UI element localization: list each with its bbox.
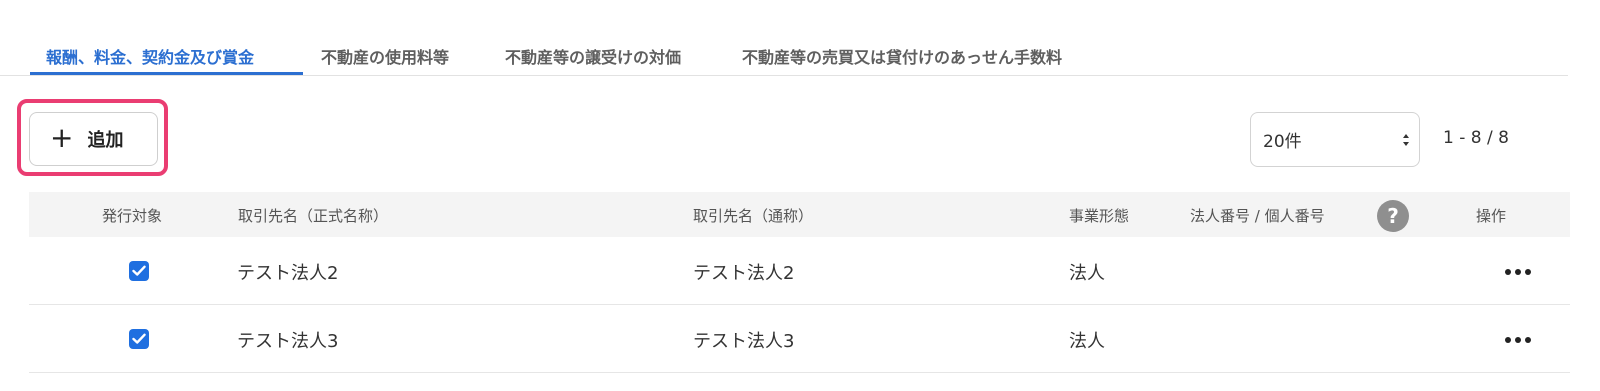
official-name-cell: テスト法人2 bbox=[237, 263, 339, 284]
business-type-cell: 法人 bbox=[1069, 263, 1105, 284]
header-corporate-number: 法人番号 / 個人番号 bbox=[1190, 207, 1325, 225]
pagination-info: 1 - 8 / 8 bbox=[1443, 128, 1509, 148]
common-name-cell: テスト法人3 bbox=[693, 331, 795, 352]
help-icon[interactable]: ? bbox=[1377, 200, 1409, 232]
table-header: 発行対象 取引先名（正式名称） 取引先名（通称） 事業形態 法人番号 / 個人番… bbox=[29, 192, 1570, 237]
page-size-value: 20件 bbox=[1263, 132, 1302, 152]
header-official-name: 取引先名（正式名称） bbox=[238, 207, 389, 225]
check-icon bbox=[132, 333, 146, 344]
tab-bar: 報酬、料金、契約金及び賞金 不動産の使用料等 不動産等の譲受けの対価 不動産等の… bbox=[0, 38, 1568, 76]
tab-real-estate-brokerage[interactable]: 不動産等の売買又は貸付けのあっせん手数料 bbox=[742, 44, 1062, 76]
common-name-cell: テスト法人2 bbox=[693, 263, 795, 284]
more-actions-icon[interactable] bbox=[1499, 259, 1539, 283]
plus-icon: + bbox=[50, 120, 74, 154]
tab-real-estate-transfer[interactable]: 不動産等の譲受けの対価 bbox=[505, 44, 681, 76]
issue-checkbox[interactable] bbox=[129, 329, 149, 349]
add-button[interactable]: + 追加 bbox=[29, 112, 158, 166]
header-issue: 発行対象 bbox=[102, 207, 163, 225]
issue-checkbox[interactable] bbox=[129, 261, 149, 281]
active-tab-indicator bbox=[30, 72, 303, 75]
page-size-select[interactable]: 20件 bbox=[1250, 112, 1420, 167]
business-type-cell: 法人 bbox=[1069, 331, 1105, 352]
header-business-type: 事業形態 bbox=[1069, 207, 1130, 225]
table-row: テスト法人2 テスト法人2 法人 bbox=[29, 237, 1570, 305]
header-common-name: 取引先名（通称） bbox=[693, 207, 814, 225]
select-arrows-icon bbox=[1403, 134, 1409, 146]
check-icon bbox=[132, 265, 146, 276]
tab-real-estate-usage[interactable]: 不動産の使用料等 bbox=[321, 44, 449, 76]
table-row: テスト法人3 テスト法人3 法人 bbox=[29, 305, 1570, 373]
add-button-label: 追加 bbox=[87, 130, 124, 151]
header-actions: 操作 bbox=[1476, 207, 1507, 225]
official-name-cell: テスト法人3 bbox=[237, 331, 339, 352]
more-actions-icon[interactable] bbox=[1499, 327, 1539, 351]
